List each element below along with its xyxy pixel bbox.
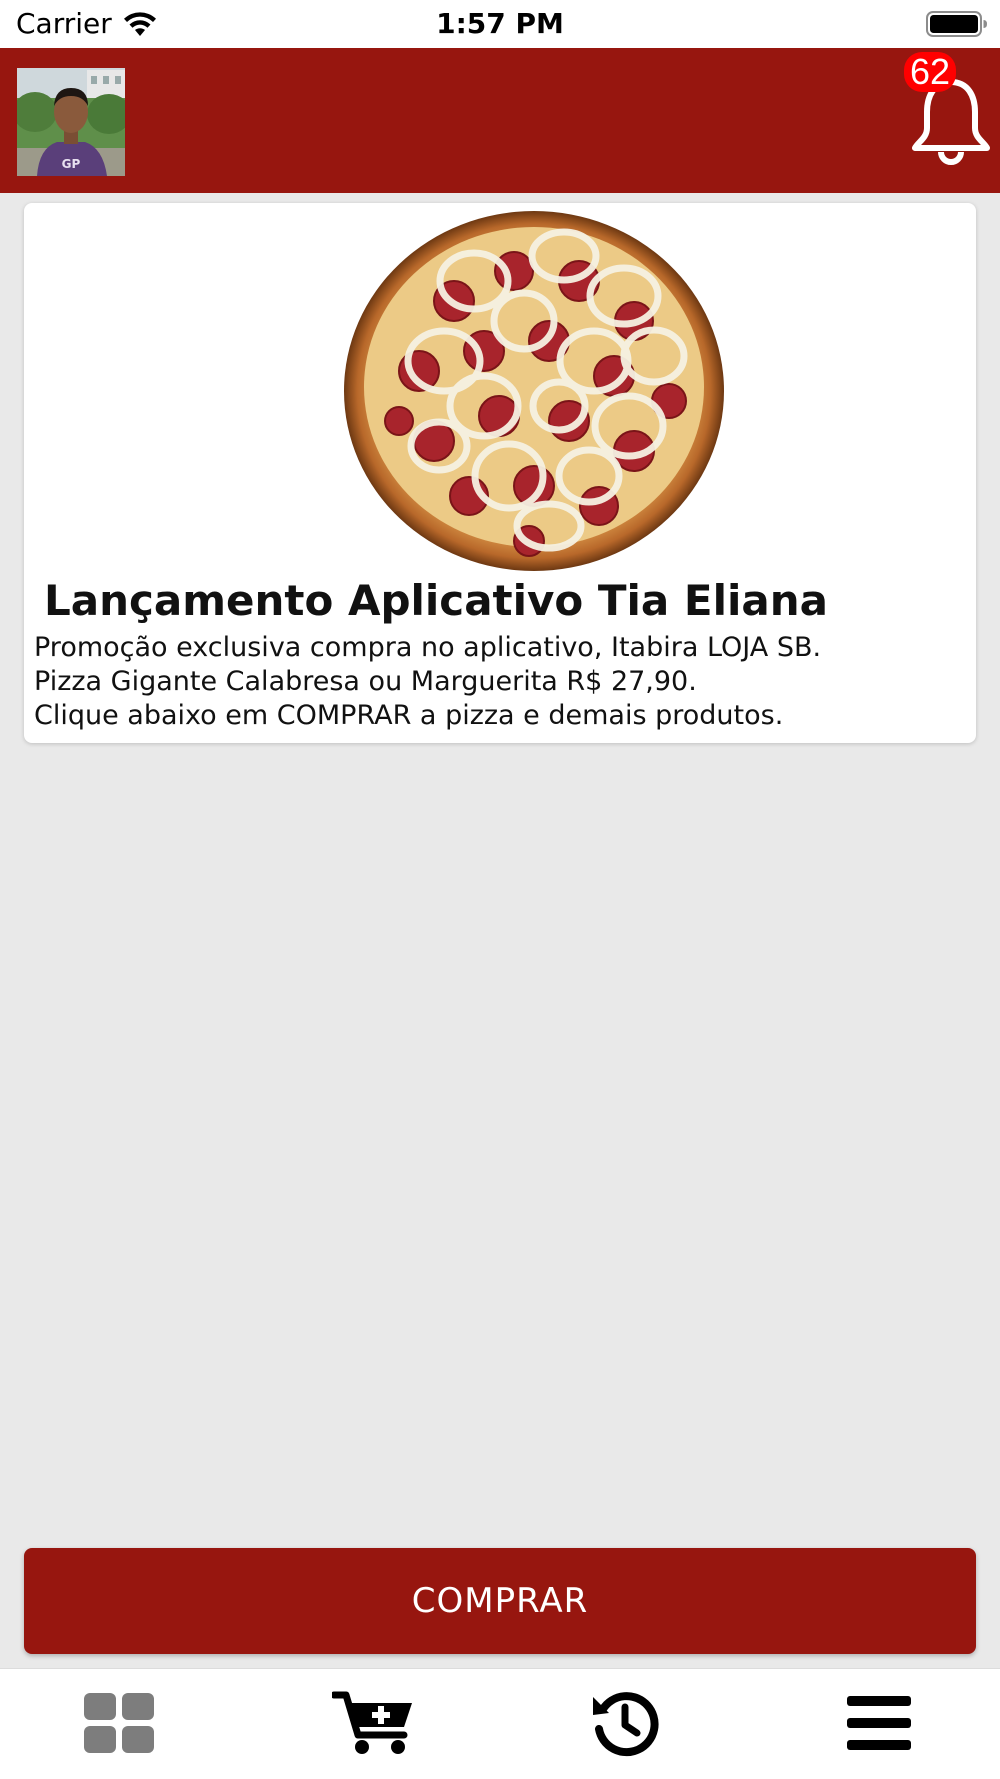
history-icon bbox=[593, 1692, 659, 1757]
user-avatar-photo: GP bbox=[17, 68, 125, 176]
news-title: Lançamento Aplicativo Tia Eliana bbox=[44, 576, 828, 625]
bottom-tab-bar bbox=[0, 1668, 1000, 1779]
app-header: GP 62 bbox=[0, 48, 1000, 193]
status-time: 1:57 PM bbox=[436, 7, 564, 40]
svg-text:GP: GP bbox=[62, 157, 81, 171]
grid-icon bbox=[84, 1693, 154, 1753]
notification-count-badge: 62 bbox=[904, 52, 957, 92]
status-bar: Carrier 1:57 PM bbox=[0, 0, 1000, 48]
buy-button[interactable]: COMPRAR bbox=[24, 1548, 976, 1654]
cart-add-icon bbox=[332, 1691, 412, 1754]
notifications-button[interactable]: 62 bbox=[900, 52, 998, 172]
menu-icon bbox=[847, 1696, 911, 1750]
tab-order-history[interactable] bbox=[580, 1683, 670, 1763]
tab-home[interactable] bbox=[74, 1683, 164, 1763]
battery-full-icon bbox=[926, 11, 987, 37]
news-card[interactable]: Lançamento Aplicativo Tia Eliana Promoçã… bbox=[24, 203, 976, 743]
avatar[interactable]: GP bbox=[17, 68, 125, 176]
tab-menu[interactable] bbox=[834, 1683, 924, 1763]
news-body-line: Clique abaixo em COMPRAR a pizza e demai… bbox=[34, 700, 784, 731]
tab-add-to-cart[interactable] bbox=[328, 1683, 418, 1763]
news-body: Promoção exclusiva compra no aplicativo,… bbox=[34, 631, 964, 733]
pizza-calabresa-photo bbox=[344, 211, 724, 571]
news-body-line: Pizza Gigante Calabresa ou Marguerita R$… bbox=[34, 666, 697, 697]
news-body-line: Promoção exclusiva compra no aplicativo,… bbox=[34, 632, 822, 663]
